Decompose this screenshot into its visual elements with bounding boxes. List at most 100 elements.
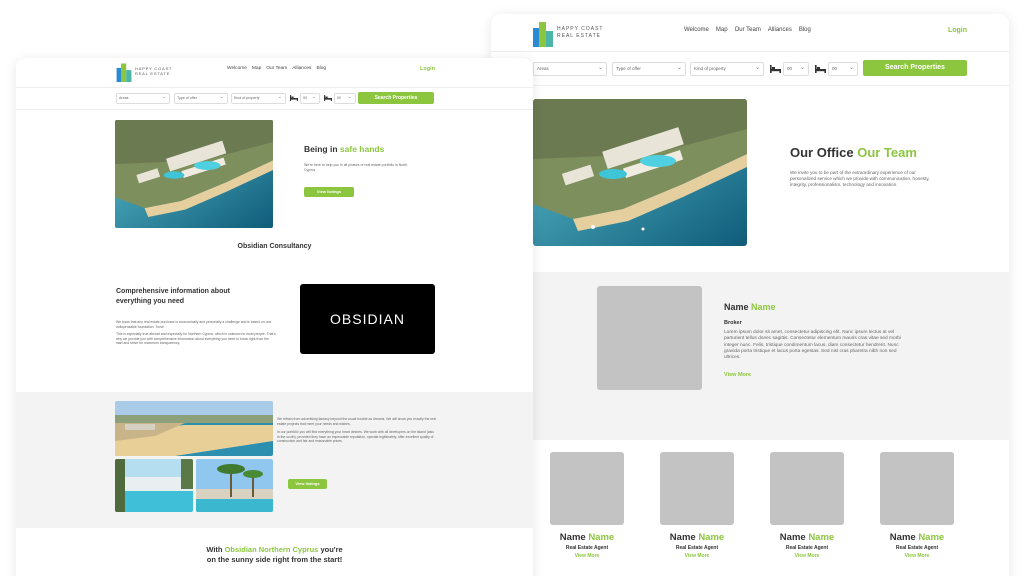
chevron-down-icon: ⌄ [161, 94, 166, 100]
property-kind-label: Kind of property [234, 96, 260, 100]
agent-role: Real Estate Agent [565, 545, 609, 551]
areas-label: Areas [119, 96, 129, 100]
broker-name: Name Name [724, 302, 776, 312]
search-properties-button[interactable]: Search Properties [863, 60, 967, 76]
logo-line2: REAL ESTATE [135, 71, 171, 76]
login-link[interactable]: Login [420, 66, 435, 72]
beach-photo [115, 401, 273, 456]
property-kind-select[interactable]: Kind of property ⌄ [690, 62, 764, 76]
bathrooms-value: 00 [832, 66, 838, 71]
agent-role: Real Estate Agent [785, 545, 829, 551]
nav-blog[interactable]: Blog [799, 27, 811, 33]
page-title: Our Office Our Team [790, 145, 917, 160]
pool-photo [115, 459, 193, 512]
agent-first-name: Name [669, 532, 696, 543]
logo-text: HAPPY COAST REAL ESTATE [135, 66, 172, 76]
obsidian-logo: OBSIDIAN [300, 284, 435, 354]
bed-icon [290, 95, 298, 101]
agent-card: Name Name Real Estate Agent View More [880, 452, 954, 559]
logo-text: HAPPY COAST REAL ESTATE [557, 26, 603, 40]
offer-type-label: Type of offer [616, 66, 641, 71]
agent-view-more-link[interactable]: View More [660, 553, 734, 559]
chevron-down-icon: ⌄ [597, 65, 603, 71]
hero-title-part-a: Being in [304, 144, 338, 154]
bedrooms-select[interactable]: 00 ⌄ [783, 62, 809, 76]
bedrooms-value: 00 [303, 96, 307, 100]
nav-alliances[interactable]: Alliances [292, 66, 311, 71]
agent-photo-placeholder [770, 452, 844, 525]
info-paragraph-1: We know that any real estate purchase is… [116, 320, 272, 329]
areas-label: Areas [537, 66, 549, 71]
listings-paragraph-1: We refrain from advertising fantasy beyo… [277, 417, 436, 426]
intro-text: We invite you to be part of the extraord… [790, 170, 930, 188]
logo-icon[interactable] [116, 62, 132, 82]
chevron-down-icon: ⌄ [277, 94, 282, 100]
bedrooms-select[interactable]: 00 ⌄ [300, 93, 320, 104]
offer-type-select[interactable]: Type of offer ⌄ [174, 93, 228, 104]
bed-icon [770, 65, 781, 73]
nav-welcome[interactable]: Welcome [227, 66, 247, 71]
offer-type-select[interactable]: Type of offer ⌄ [612, 62, 686, 76]
broker-view-more-link[interactable]: View More [724, 372, 751, 378]
title-part-b: Our Team [857, 145, 917, 160]
areas-select[interactable]: Areas ⌄ [533, 62, 607, 76]
nav-map[interactable]: Map [716, 27, 728, 33]
view-listings-button[interactable]: View listings [304, 187, 354, 197]
logo-icon[interactable] [533, 20, 553, 47]
offer-type-label: Type of offer [177, 96, 197, 100]
agent-view-more-link[interactable]: View More [880, 553, 954, 559]
agent-first-name: Name [559, 532, 586, 543]
login-link[interactable]: Login [948, 27, 967, 34]
bath-icon [324, 95, 332, 101]
home-hero: Being in safe hands We're here to help y… [16, 110, 533, 265]
broker-photo-placeholder [597, 286, 702, 390]
nav-our-team[interactable]: Our Team [266, 66, 287, 71]
info-section: Comprehensive information about everythi… [16, 265, 533, 392]
main-menu: Welcome Map Our Team Alliances Blog [227, 66, 326, 71]
chevron-down-icon: ⌄ [311, 94, 316, 100]
agent-view-more-link[interactable]: View More [770, 553, 844, 559]
listings-paragraph-2: In our portfolio you will find everythin… [277, 430, 435, 444]
broker-profile: Name Name Broker Lorem ipsum dolor sit a… [491, 272, 1009, 440]
agent-card: Name Name Real Estate Agent View More [660, 452, 734, 559]
agent-photo-placeholder [550, 452, 624, 525]
chevron-down-icon: ⌄ [848, 65, 854, 71]
listings-section: We refrain from advertising fantasy beyo… [16, 392, 533, 528]
view-listings-button-2[interactable]: View listings [288, 479, 327, 489]
mockup-stage: HAPPY COAST REAL ESTATE Welcome Map Our … [0, 0, 1025, 576]
property-kind-label: Kind of property [694, 66, 726, 71]
closing-line-2: on the sunny side right from the start! [206, 555, 343, 564]
search-bar: Areas ⌄ Type of offer ⌄ Kind of property ⌄ … [491, 52, 1009, 86]
chevron-down-icon: ⌄ [219, 94, 224, 100]
chevron-down-icon: ⌄ [676, 65, 682, 71]
agent-photo-placeholder [660, 452, 734, 525]
agents-grid: Name Name Real Estate Agent View More Na… [491, 440, 1009, 576]
closing-section: With Obsidian Northern Cyprus you're on … [16, 528, 533, 576]
agent-name: Name Name [880, 532, 954, 543]
nav-blog[interactable]: Blog [316, 66, 326, 71]
hero-text: We're here to help you in all phases of … [304, 163, 408, 172]
closing-part-b: you're [320, 545, 343, 554]
property-kind-select[interactable]: Kind of property ⌄ [231, 93, 286, 104]
agent-role: Real Estate Agent [895, 545, 939, 551]
search-properties-button[interactable]: Search Properties [358, 92, 434, 104]
areas-select[interactable]: Areas ⌄ [116, 93, 170, 104]
nav-welcome[interactable]: Welcome [684, 27, 709, 33]
chevron-down-icon: ⌄ [754, 65, 760, 71]
agent-first-name: Name [889, 532, 916, 543]
agent-last-name: Name [698, 532, 725, 543]
chevron-down-icon: ⌄ [347, 94, 352, 100]
nav-our-team[interactable]: Our Team [735, 27, 761, 33]
bedrooms-value: 00 [787, 66, 793, 71]
home-page-card: HAPPY COAST REAL ESTATE Welcome Map Our … [16, 58, 533, 576]
bathrooms-select[interactable]: 00 ⌄ [334, 93, 356, 104]
info-title: Comprehensive information about everythi… [116, 288, 230, 305]
agent-view-more-link[interactable]: View More [550, 553, 624, 559]
consultancy-heading: Obsidian Consultancy [237, 243, 312, 250]
agent-name: Name Name [550, 532, 624, 543]
bathrooms-value: 00 [337, 96, 341, 100]
bathrooms-select[interactable]: 00 ⌄ [828, 62, 858, 76]
agent-first-name: Name [779, 532, 806, 543]
nav-alliances[interactable]: Alliances [768, 27, 792, 33]
nav-map[interactable]: Map [252, 66, 261, 71]
